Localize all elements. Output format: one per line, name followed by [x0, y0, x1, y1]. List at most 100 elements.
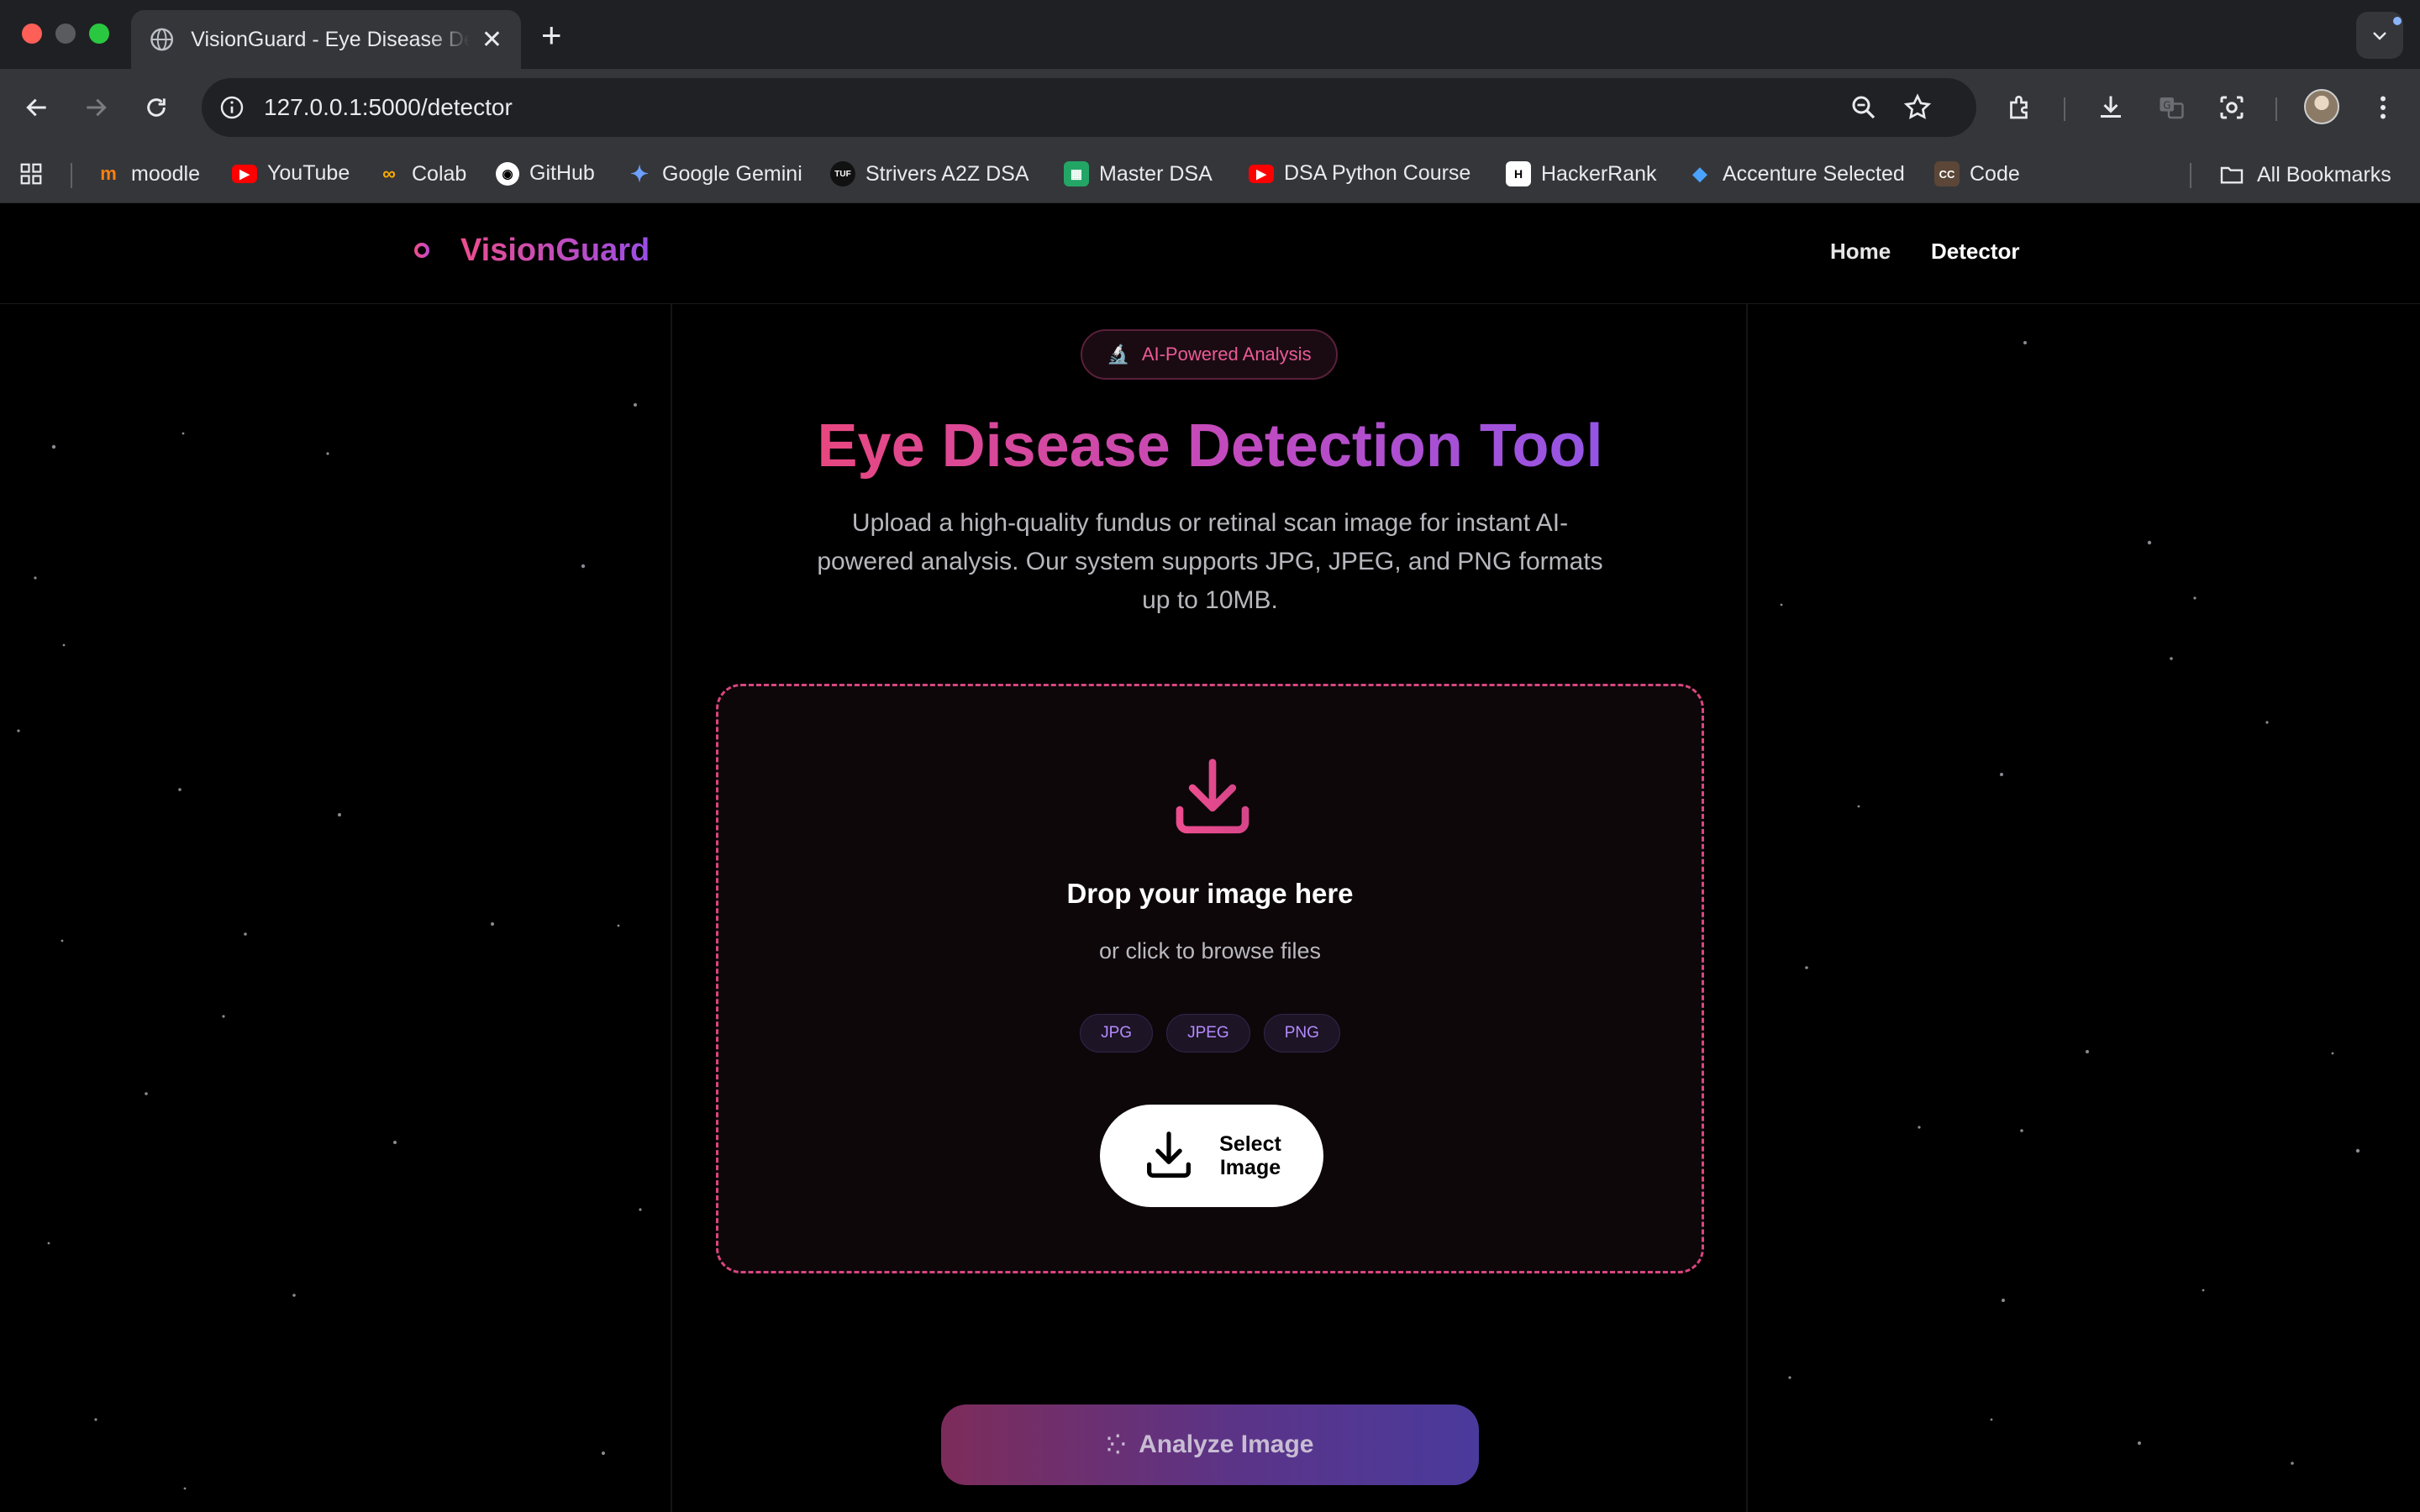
- nav-detector-link[interactable]: Detector: [1931, 239, 2019, 265]
- bookmarks-bar: m moodle ▶ YouTube ∞ Colab ◉ GitHub ✦ Go…: [0, 146, 2420, 203]
- bookmark-label: GitHub: [529, 161, 595, 185]
- accenture-icon: ◆: [1692, 163, 1707, 184]
- bookmark-hackerrank[interactable]: H HackerRank: [1506, 161, 1657, 186]
- bookmarks-divider: [71, 163, 72, 188]
- window-minimize-button[interactable]: [55, 24, 76, 44]
- tab-close-icon[interactable]: ✕: [481, 25, 502, 55]
- codechef-icon: CC: [1934, 161, 1960, 186]
- bookmark-label: HackerRank: [1541, 161, 1657, 186]
- folder-icon: [2220, 166, 2244, 184]
- ai-badge-label: AI-Powered Analysis: [1141, 344, 1312, 365]
- zoom-icon[interactable]: [1849, 92, 1879, 123]
- more-menu-icon[interactable]: [2365, 89, 2402, 126]
- youtube-icon: ▶: [1249, 164, 1274, 183]
- analyze-image-button[interactable]: ⁚⁛ Analyze Image: [941, 1404, 1479, 1485]
- page-subtitle: Upload a high-quality fundus or retinal …: [817, 509, 1603, 614]
- address-bar[interactable]: 127.0.0.1:5000/detector: [202, 78, 1976, 137]
- bookmark-label: Colab: [412, 161, 467, 186]
- window-maximize-button[interactable]: [89, 24, 109, 44]
- bookmark-master-dsa[interactable]: ▦ Master DSA: [1064, 161, 1213, 186]
- arrow-left-icon: [26, 98, 46, 117]
- site-info-icon[interactable]: [217, 92, 247, 123]
- page-title: Eye Disease Detection Tool: [0, 412, 2420, 480]
- bookmark-dsa-python[interactable]: ▶ DSA Python Course: [1249, 161, 1470, 186]
- brand-logo[interactable]: VisionGuard: [400, 228, 650, 272]
- select-image-label: Select Image: [1219, 1132, 1281, 1179]
- brand-name: VisionGuard: [460, 232, 650, 268]
- notification-dot: [2393, 17, 2402, 25]
- bookmark-strivers[interactable]: TUF Strivers A2Z DSA: [830, 161, 1029, 186]
- browser-toolbar: 127.0.0.1:5000/detector G: [0, 69, 2420, 146]
- site-header: VisionGuard Home Detector: [0, 203, 2420, 304]
- hackerrank-icon: H: [1506, 161, 1531, 186]
- download-icon: [1147, 1131, 1191, 1178]
- upload-dropzone[interactable]: Drop your image here or click to browse …: [716, 684, 1704, 1273]
- format-badge-jpg: JPG: [1080, 1014, 1154, 1053]
- bookmark-label: DSA Python Course: [1284, 161, 1471, 185]
- page-title-text: Eye Disease Detection Tool: [817, 412, 1603, 480]
- crosshair-eye-icon: [402, 230, 442, 270]
- chevron-down-icon: [2373, 32, 2386, 40]
- dropzone-subtitle: or click to browse files: [1098, 938, 1322, 963]
- toolbar-divider: [2064, 97, 2065, 121]
- bookmark-github[interactable]: ◉ GitHub: [496, 161, 595, 186]
- download-icon[interactable]: [2092, 89, 2129, 126]
- lens-icon[interactable]: [2213, 89, 2250, 126]
- bookmark-moodle[interactable]: m moodle: [96, 161, 200, 186]
- window-close-button[interactable]: [22, 24, 42, 44]
- youtube-icon: ▶: [232, 164, 257, 183]
- sparkle-icon: ⁚⁛: [1106, 1434, 1126, 1455]
- bookmark-label: Google Gemini: [662, 161, 802, 186]
- apps-grid-icon[interactable]: [18, 161, 44, 186]
- download-tray-icon: [1176, 759, 1249, 834]
- column-divider: [1746, 304, 1748, 1512]
- extensions-icon[interactable]: [2002, 89, 2039, 126]
- dropzone-title: Drop your image here: [1066, 878, 1354, 909]
- select-image-button[interactable]: Select Image: [1100, 1105, 1323, 1207]
- bookmark-colab[interactable]: ∞ Colab: [376, 161, 466, 186]
- tuf-icon: TUF: [830, 161, 855, 186]
- globe-icon: [150, 28, 174, 51]
- nav-home-link[interactable]: Home: [1830, 239, 1891, 265]
- microscope-icon: 🔬: [1107, 344, 1130, 365]
- github-icon: ◉: [496, 161, 519, 186]
- toolbar-divider: [2275, 97, 2277, 121]
- bookmark-label: YouTube: [267, 161, 350, 185]
- bookmark-star-icon[interactable]: [1902, 92, 1933, 123]
- browser-tab-strip: VisionGuard - Eye Disease Detector ✕ +: [0, 0, 2420, 69]
- bookmark-label: Code: [1970, 161, 2020, 186]
- browser-tab-active[interactable]: VisionGuard - Eye Disease Detector ✕: [131, 10, 521, 69]
- bookmarks-divider: [2190, 163, 2191, 188]
- gemini-icon: ✦: [630, 160, 649, 186]
- bookmark-gemini[interactable]: ✦ Google Gemini: [627, 161, 802, 186]
- analyze-label: Analyze Image: [1139, 1431, 1314, 1458]
- column-divider: [671, 304, 672, 1512]
- bookmark-label: Master DSA: [1099, 161, 1213, 186]
- colab-icon: ∞: [382, 163, 396, 184]
- reload-icon: [147, 98, 166, 117]
- bookmark-label: Strivers A2Z DSA: [865, 161, 1029, 186]
- format-badges: JPG JPEG PNG: [718, 1014, 1702, 1053]
- translate-icon[interactable]: G: [2153, 89, 2190, 126]
- back-button[interactable]: [17, 87, 57, 128]
- page-viewport: VisionGuard Home Detector 🔬 AI-Powered A…: [0, 203, 2420, 1512]
- format-badge-png: PNG: [1263, 1014, 1340, 1053]
- bookmark-code[interactable]: CC Code: [1934, 161, 2020, 186]
- bookmark-accenture[interactable]: ◆ Accenture Selected: [1687, 161, 1905, 186]
- svg-text:G: G: [2163, 100, 2170, 112]
- sheets-icon: ▦: [1064, 161, 1089, 186]
- bookmark-label: moodle: [131, 161, 200, 186]
- ai-badge: 🔬 AI-Powered Analysis: [1081, 329, 1338, 380]
- url-text[interactable]: 127.0.0.1:5000/detector: [264, 94, 513, 121]
- reload-button[interactable]: [136, 87, 176, 128]
- bookmark-youtube[interactable]: ▶ YouTube: [232, 161, 350, 186]
- tab-search-button[interactable]: [2356, 12, 2403, 59]
- forward-button[interactable]: [76, 87, 116, 128]
- profile-avatar[interactable]: [2304, 89, 2339, 124]
- tab-title: VisionGuard - Eye Disease Detector: [191, 27, 470, 51]
- arrow-right-icon: [87, 98, 107, 117]
- moodle-icon: m: [100, 163, 117, 184]
- new-tab-button[interactable]: +: [541, 15, 562, 55]
- all-bookmarks-button[interactable]: All Bookmarks: [2218, 161, 2391, 188]
- format-badge-jpeg: JPEG: [1166, 1014, 1250, 1053]
